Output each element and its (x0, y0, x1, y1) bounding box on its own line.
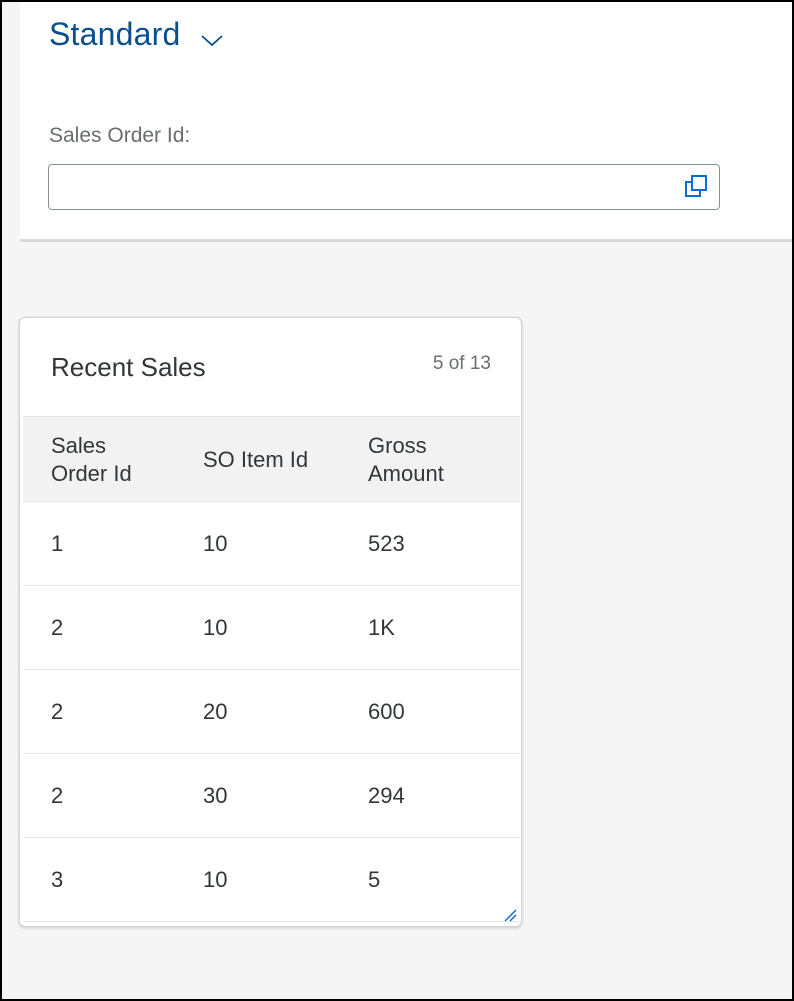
table-row[interactable]: 2 20 600 (23, 670, 520, 754)
cell-so-item-id: 10 (203, 531, 228, 556)
recent-sales-card: Recent Sales 5 of 13 Sales Order Id SO I… (19, 317, 522, 927)
column-header-so-item-id: SO Item Id (203, 447, 309, 472)
value-help-icon (685, 175, 707, 197)
sales-order-field[interactable] (48, 164, 720, 210)
cell-gross-amount: 294 (368, 783, 405, 808)
resize-handle-icon[interactable] (503, 908, 517, 922)
variant-title: Standard (49, 16, 181, 52)
table-row[interactable]: 2 10 1K (23, 586, 520, 670)
cell-sales-order-id: 2 (51, 699, 64, 724)
variant-selector[interactable]: Standard (49, 16, 224, 53)
cell-gross-amount: 5 (368, 867, 381, 892)
card-title: Recent Sales (51, 352, 206, 382)
cell-gross-amount: 1K (368, 615, 395, 640)
card-header[interactable]: Recent Sales 5 of 13 (20, 318, 521, 416)
sales-order-input[interactable] (49, 165, 675, 209)
cell-sales-order-id: 2 (51, 615, 64, 640)
value-help-button[interactable] (675, 165, 719, 209)
cell-so-item-id: 10 (203, 867, 228, 892)
cell-so-item-id: 20 (203, 699, 228, 724)
table-row[interactable]: 2 30 294 (23, 754, 520, 838)
card-count: 5 of 13 (432, 353, 491, 374)
chevron-down-icon[interactable] (200, 32, 224, 48)
cell-so-item-id: 30 (203, 783, 228, 808)
sales-order-label: Sales Order Id: (49, 124, 191, 147)
table-header: Sales Order Id SO Item Id Gross Amount (23, 416, 520, 502)
cell-sales-order-id: 2 (51, 783, 64, 808)
cell-so-item-id: 10 (203, 615, 228, 640)
column-header-sales-order-id: Sales Order Id (51, 433, 132, 486)
cell-gross-amount: 600 (368, 699, 405, 724)
cell-sales-order-id: 1 (51, 531, 64, 556)
cell-gross-amount: 523 (368, 531, 405, 556)
cell-sales-order-id: 3 (51, 867, 64, 892)
table-row[interactable]: 1 10 523 (23, 502, 520, 586)
column-header-gross-amount: Gross Amount (368, 433, 444, 486)
filter-bar: Standard Sales Order Id: (20, 0, 794, 242)
sales-table: Sales Order Id SO Item Id Gross Amount 1… (23, 416, 520, 922)
table-row[interactable]: 3 10 5 (23, 838, 520, 922)
